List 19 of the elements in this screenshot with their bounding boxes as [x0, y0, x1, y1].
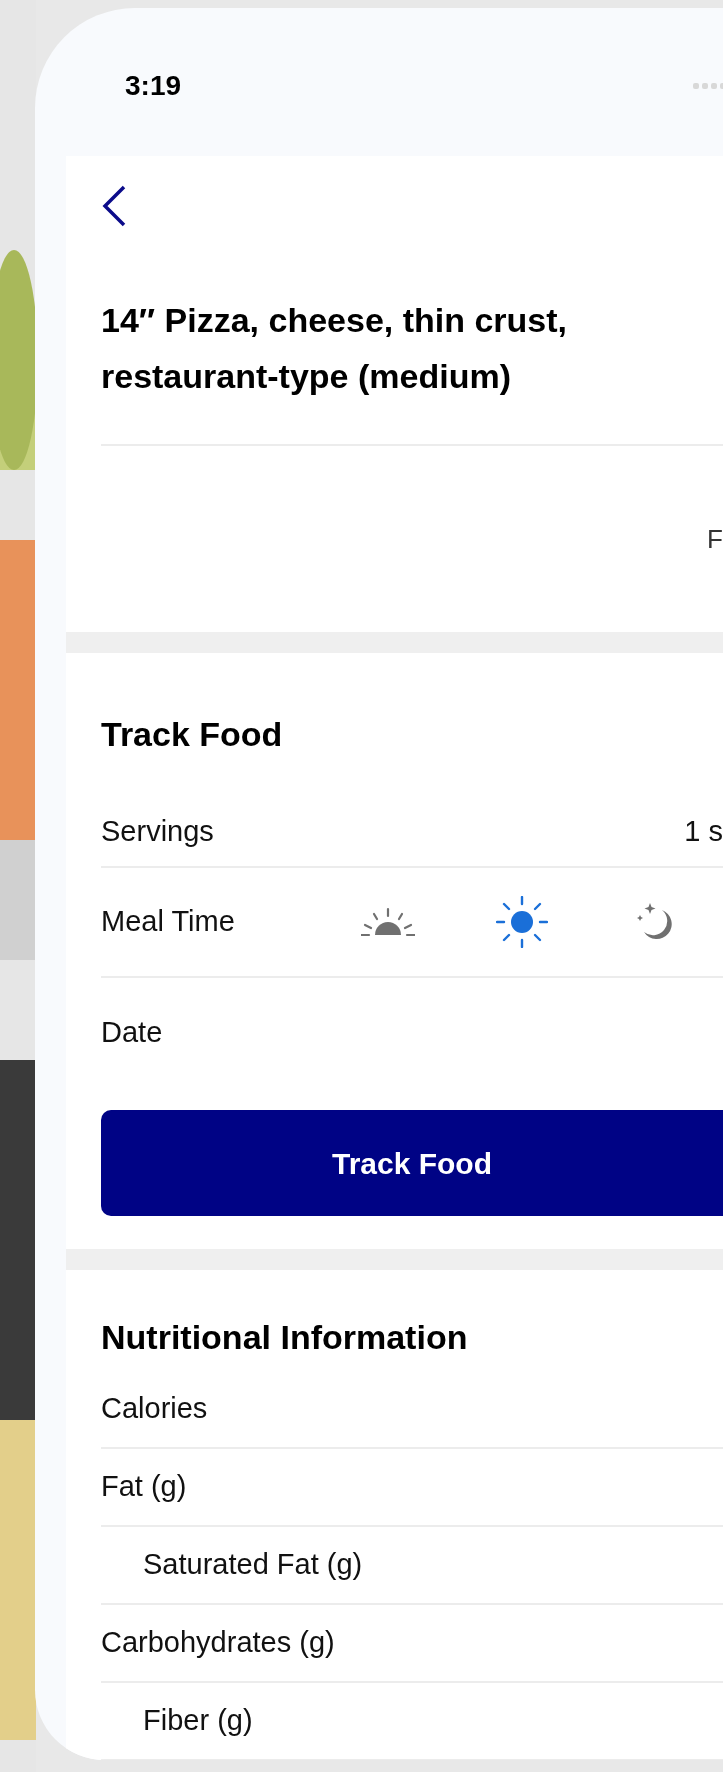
- food-title: 14″ Pizza, cheese, thin crust, restaurant-type (medium): [101, 300, 569, 397]
- section-heading: Nutritional Information: [101, 1317, 469, 1358]
- signal-icon: [693, 81, 723, 91]
- status-time: 3:19: [125, 69, 182, 103]
- nutrient-label: Fat (g): [101, 1469, 187, 1505]
- nutrient-label: Saturated Fat (g): [143, 1547, 363, 1583]
- servings-value[interactable]: 1 s: [684, 810, 723, 854]
- section-heading: Track Food: [101, 714, 284, 755]
- back-icon[interactable]: [101, 185, 127, 227]
- sun-icon[interactable]: [496, 896, 548, 948]
- summary-label: F: [707, 522, 723, 556]
- date-label: Date: [101, 1015, 163, 1051]
- meal-time-label: Meal Time: [101, 904, 236, 940]
- track-food-button[interactable]: Track Food: [101, 1110, 723, 1216]
- nutrient-label: Fiber (g): [143, 1703, 253, 1739]
- nutrient-label: Carbohydrates (g): [101, 1625, 335, 1661]
- sunrise-icon[interactable]: [361, 907, 415, 937]
- nutrient-label: Calories: [101, 1391, 208, 1427]
- servings-label: Servings: [101, 814, 214, 850]
